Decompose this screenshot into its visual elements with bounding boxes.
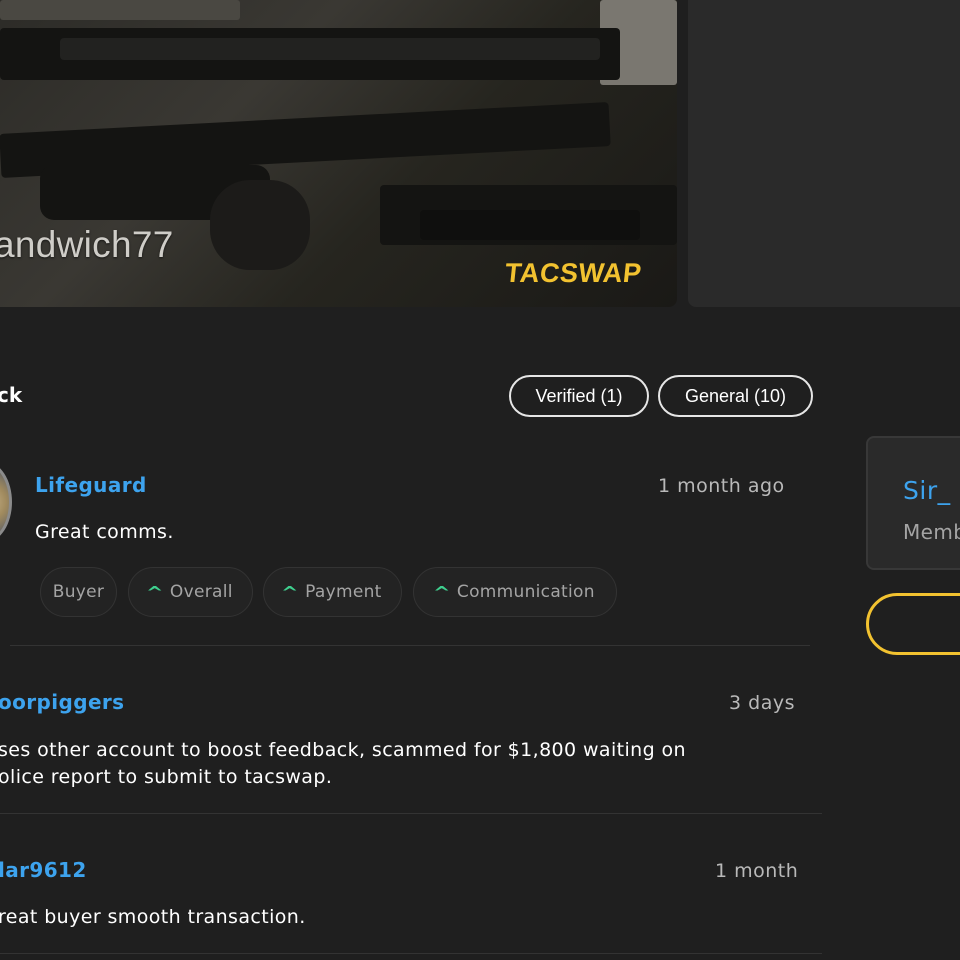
- feedback-timestamp: 1 month: [715, 860, 799, 882]
- avatar[interactable]: [0, 462, 12, 542]
- feedback-author-link[interactable]: oorpiggers: [0, 690, 124, 714]
- tag-payment: ^ Payment: [263, 567, 402, 617]
- tag-overall: ^ Overall: [128, 567, 253, 617]
- tag-communication: ^ Communication: [413, 567, 617, 617]
- feedback-author-link[interactable]: Lifeguard: [35, 473, 147, 497]
- tag-label: Overall: [169, 582, 233, 602]
- feedback-timestamp: 3 days: [729, 692, 795, 714]
- feedback-comment: Great comms.: [35, 521, 174, 543]
- divider: [0, 953, 822, 954]
- tag-buyer: Buyer: [40, 567, 117, 617]
- chevron-up-icon: ^: [281, 582, 300, 602]
- tag-label: Buyer: [52, 582, 105, 602]
- chevron-up-icon: ^: [146, 582, 164, 602]
- general-filter-button[interactable]: General (10): [658, 375, 813, 417]
- feedback-author-link[interactable]: lar9612: [0, 858, 87, 882]
- feedback-comment: reat buyer smooth transaction.: [0, 906, 306, 928]
- tag-label: Communication: [456, 582, 595, 602]
- banner-username: andwich77: [0, 224, 174, 265]
- divider: [0, 813, 822, 814]
- feedback-comment-line: olice report to submit to tacswap.: [0, 766, 333, 788]
- verified-filter-button[interactable]: Verified (1): [509, 375, 649, 417]
- feedback-title: ck: [0, 383, 23, 407]
- profile-banner: andwich77 TACSWAP: [0, 0, 677, 307]
- feedback-comment-line: ses other account to boost feedback, sca…: [0, 739, 686, 761]
- chevron-up-icon: ^: [433, 582, 451, 602]
- tag-label: Payment: [305, 582, 382, 602]
- feedback-timestamp: 1 month ago: [658, 475, 785, 497]
- seller-action-button[interactable]: [866, 593, 960, 655]
- tacswap-logo: TACSWAP: [503, 258, 644, 288]
- side-panel: [688, 0, 960, 307]
- seller-role: Memb: [903, 520, 960, 544]
- seller-name-link[interactable]: Sir_: [903, 476, 951, 505]
- divider: [10, 645, 810, 646]
